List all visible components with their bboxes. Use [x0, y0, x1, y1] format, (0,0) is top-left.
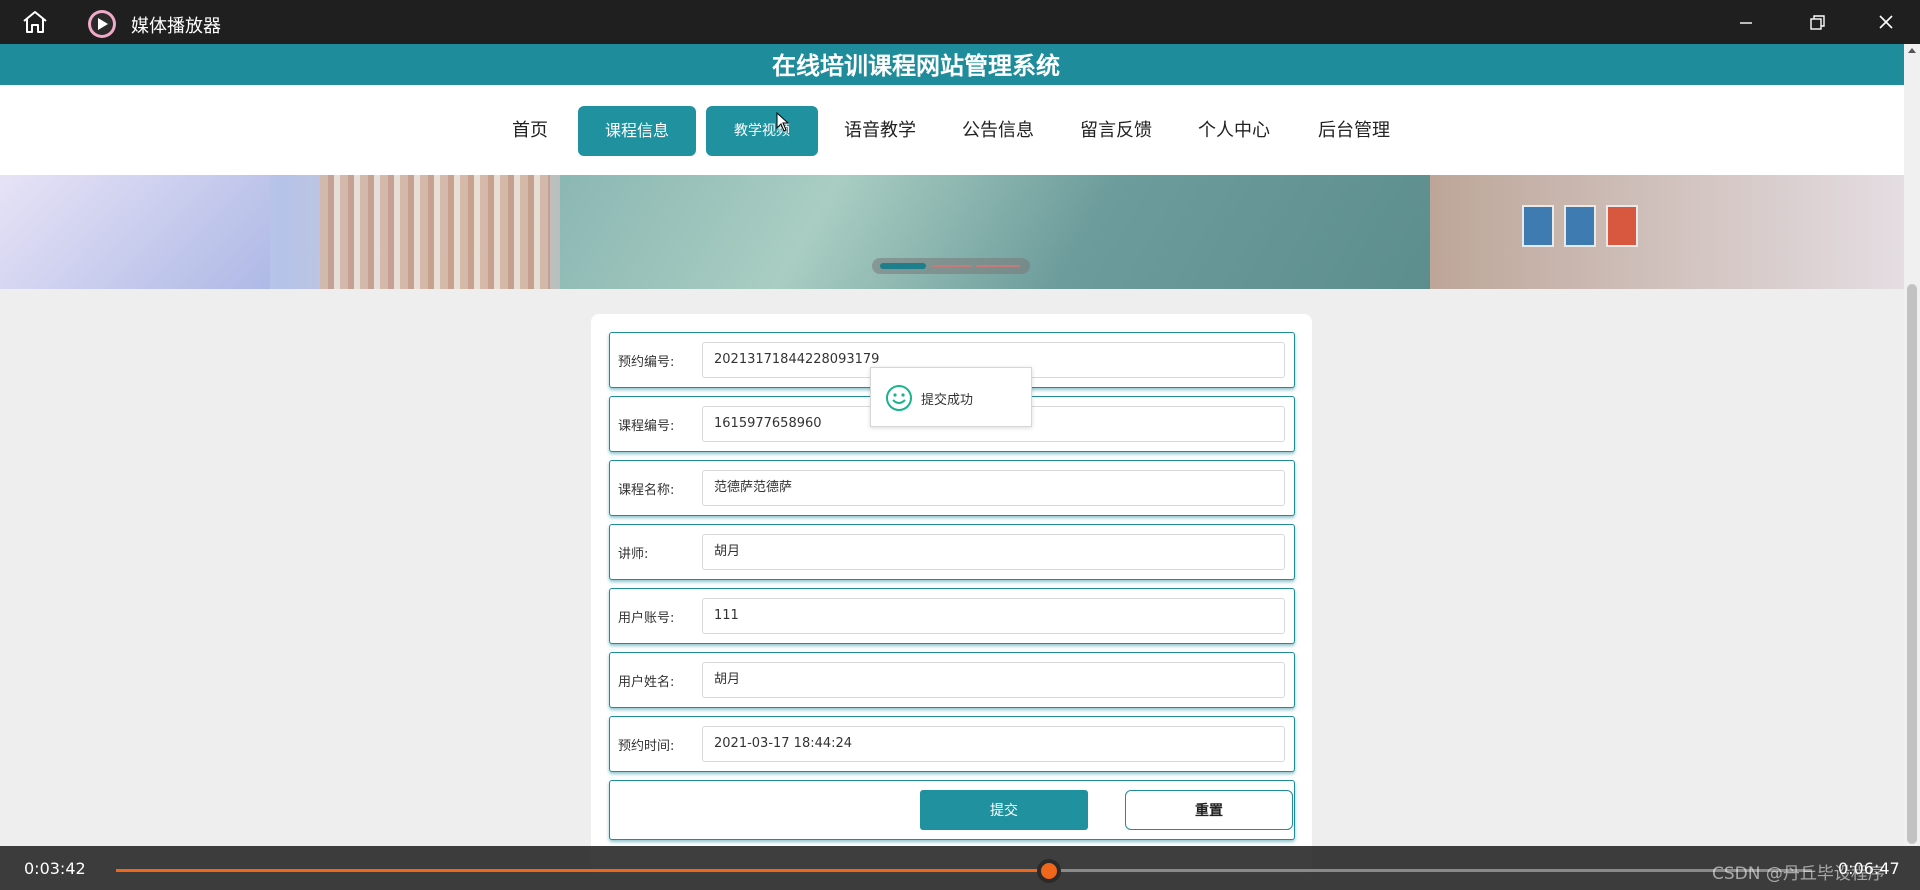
nav-item-voice-teaching[interactable]: 语音教学 [836, 106, 924, 156]
field-label: 课程名称: [618, 483, 675, 498]
window-title: 媒体播放器 [131, 16, 221, 37]
field-label: 用户姓名: [618, 675, 675, 690]
minimize-icon[interactable] [1712, 0, 1780, 44]
seek-bar-thumb[interactable] [1036, 859, 1061, 883]
site-header: 在线培训课程网站管理系统 [0, 44, 1904, 85]
carousel-dot[interactable] [932, 265, 972, 267]
field-label: 课程编号: [618, 419, 675, 434]
carousel-dot[interactable] [976, 265, 1020, 267]
user-name-input[interactable]: 胡月 [702, 662, 1285, 698]
reset-button[interactable]: 重置 [1125, 790, 1293, 830]
window-titlebar: 媒体播放器 [0, 0, 1920, 44]
instructor-input[interactable]: 胡月 [702, 534, 1285, 570]
nav-item-teaching-video[interactable]: 教学视频 [706, 106, 818, 156]
mouse-cursor-icon [776, 112, 790, 132]
site-title: 在线培训课程网站管理系统 [772, 52, 1060, 80]
form-row-booking-time: 预约时间: 2021-03-17 18:44:24 [609, 716, 1295, 772]
nav-item-personal-center[interactable]: 个人中心 [1190, 106, 1278, 156]
field-label: 讲师: [618, 547, 649, 562]
seek-bar-progress [116, 869, 1049, 872]
restore-icon[interactable] [1782, 0, 1850, 44]
scroll-up-icon[interactable] [1908, 48, 1916, 53]
banner-poster [1564, 205, 1596, 247]
nav-item-home[interactable]: 首页 [500, 106, 560, 156]
carousel-dot-active[interactable] [880, 263, 926, 269]
field-label: 预约时间: [618, 739, 675, 754]
toast-message: 提交成功 [921, 393, 974, 408]
banner-carousel[interactable] [0, 175, 1904, 289]
media-player-icon [88, 10, 116, 38]
form-row-course-name: 课程名称: 范德萨范德萨 [609, 460, 1295, 516]
banner-poster [1522, 205, 1554, 247]
banner-wall-art [1430, 175, 1904, 289]
page-scrollbar[interactable] [1904, 44, 1920, 846]
form-row-user-name: 用户姓名: 胡月 [609, 652, 1295, 708]
smile-icon [886, 385, 912, 411]
field-label: 预约编号: [618, 355, 675, 370]
nav-item-admin[interactable]: 后台管理 [1310, 106, 1398, 156]
close-icon[interactable] [1852, 0, 1920, 44]
current-time: 0:03:42 [24, 859, 86, 878]
scrollbar-thumb[interactable] [1907, 284, 1917, 844]
banner-bookshelf-art [320, 175, 550, 289]
course-name-input[interactable]: 范德萨范德萨 [702, 470, 1285, 506]
nav-item-feedback[interactable]: 留言反馈 [1072, 106, 1160, 156]
home-icon[interactable] [20, 9, 50, 35]
nav-item-course-info[interactable]: 课程信息 [578, 106, 696, 156]
form-row-user-account: 用户账号: 111 [609, 588, 1295, 644]
seek-bar[interactable] [116, 859, 1812, 883]
booking-time-input[interactable]: 2021-03-17 18:44:24 [702, 726, 1285, 762]
submit-button[interactable]: 提交 [920, 790, 1088, 830]
main-nav: 首页 课程信息 教学视频 语音教学 公告信息 留言反馈 个人中心 后台管理 [0, 85, 1904, 175]
banner-window-art [0, 175, 270, 289]
media-player-controls: 0:03:42 0:06:47 CSDN @丹丘毕设程序 [0, 846, 1920, 890]
user-account-input[interactable]: 111 [702, 598, 1285, 634]
banner-poster [1606, 205, 1638, 247]
form-row-instructor: 讲师: 胡月 [609, 524, 1295, 580]
field-label: 用户账号: [618, 611, 675, 626]
form-actions: 提交 重置 [609, 780, 1295, 840]
success-toast: 提交成功 [870, 367, 1032, 427]
nav-item-announcements[interactable]: 公告信息 [954, 106, 1042, 156]
watermark-text: CSDN @丹丘毕设程序 [1712, 864, 1885, 884]
carousel-indicator [872, 258, 1030, 274]
